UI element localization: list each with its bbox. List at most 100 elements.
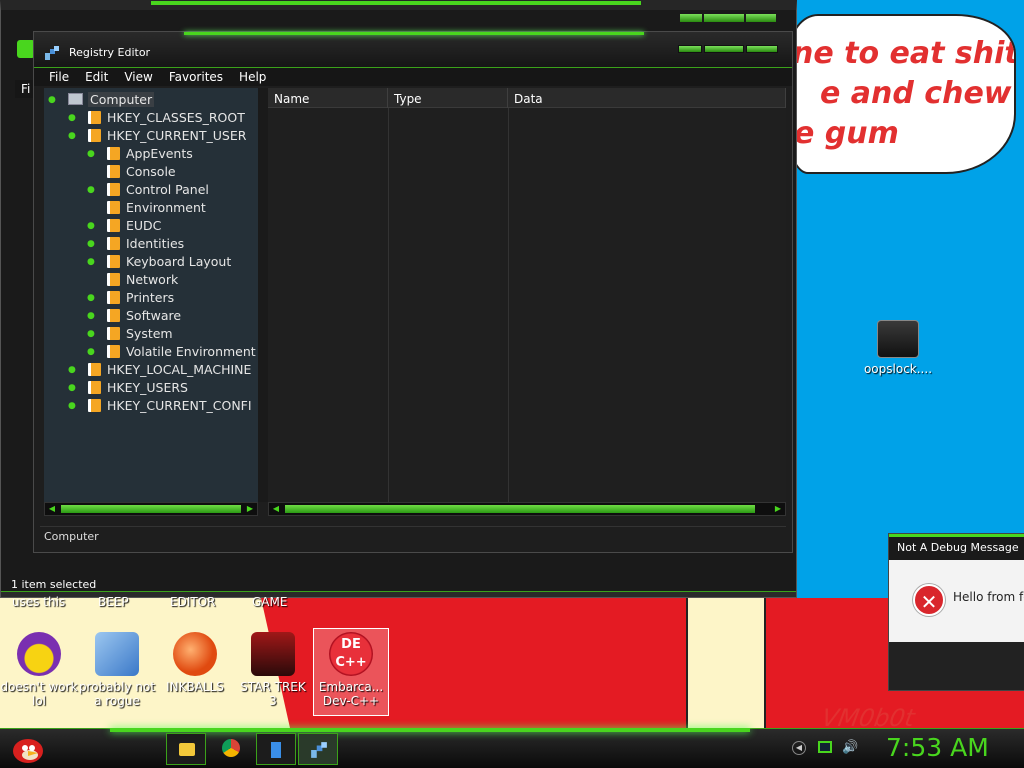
value-list-pane[interactable]: Name Type Data (268, 88, 786, 502)
back-window-buttons[interactable] (680, 14, 776, 22)
tree-item-hkcu[interactable]: ● HKEY_CURRENT_USER (68, 127, 246, 145)
expander-icon[interactable]: ● (68, 379, 78, 397)
tree-horizontal-scrollbar[interactable]: ◀ ▶ (44, 502, 258, 516)
tree-item-hkcc[interactable]: ● HKEY_CURRENT_CONFI (68, 397, 252, 415)
expander-icon[interactable]: ● (87, 307, 97, 325)
expander-icon[interactable]: ● (68, 397, 78, 415)
tree-item-system[interactable]: ● System (87, 325, 173, 343)
clock[interactable]: 7:53 AM (886, 733, 989, 762)
tree-label: Keyboard Layout (126, 254, 232, 269)
tree-item-network[interactable]: Network (107, 271, 178, 289)
icon-label: lol (31, 694, 46, 708)
tree-item-appevents[interactable]: ● AppEvents (87, 145, 193, 163)
scrollbar-thumb[interactable] (285, 505, 755, 513)
scroll-right-icon[interactable]: ▶ (772, 504, 784, 514)
scroll-right-icon[interactable]: ▶ (244, 504, 256, 514)
expander-icon[interactable]: ● (68, 109, 78, 127)
network-icon[interactable] (818, 741, 832, 755)
desktop-icon-gear[interactable]: probably not a rogue (77, 632, 157, 708)
folder-icon (107, 147, 120, 160)
expander-icon[interactable]: ● (87, 235, 97, 253)
expander-icon[interactable]: ● (87, 145, 97, 163)
tree-item-control-panel[interactable]: ● Control Panel (87, 181, 209, 199)
folder-icon (107, 345, 120, 358)
key-tree-pane[interactable]: ● Computer ● HKEY_CLASSES_ROOT ● HKEY_CURR… (44, 88, 258, 502)
tree-item-console[interactable]: Console (107, 163, 176, 181)
desktop-icon-inkballs[interactable]: INKBALLS (155, 632, 235, 694)
menu-edit[interactable]: Edit (85, 68, 108, 86)
back-window-menu[interactable]: Fi (15, 80, 35, 98)
tree-item-hku[interactable]: ● HKEY_USERS (68, 379, 188, 397)
pane-splitter[interactable] (258, 88, 268, 502)
maximize-button[interactable] (704, 45, 744, 53)
desktop-icon-yahoo[interactable]: doesn't work lol (0, 632, 79, 708)
expander-icon[interactable]: ● (87, 343, 97, 361)
menu-help[interactable]: Help (239, 68, 266, 86)
tree-label: EUDC (126, 218, 162, 233)
taskbar-window-button[interactable] (256, 733, 296, 765)
tray-chevron-icon[interactable]: ◀ (792, 741, 806, 755)
wallpaper-yellow-right (686, 598, 766, 728)
taskbar-explorer-button[interactable] (166, 733, 206, 765)
desktop-caption[interactable]: GAME (252, 595, 287, 609)
registry-editor-window[interactable]: Registry Editor File Edit View Favorites… (33, 31, 793, 553)
desktop-icon-devcpp[interactable]: DE C++ Embarca... Dev-C++ (311, 632, 391, 708)
minimize-button[interactable] (678, 45, 702, 53)
expander-icon[interactable]: ● (68, 361, 78, 379)
tree-item-volatile-environment[interactable]: ● Volatile Environment (87, 343, 256, 361)
expander-icon[interactable]: ● (87, 253, 97, 271)
column-header-data[interactable]: Data (508, 88, 786, 108)
desktop-caption[interactable]: BEEP (98, 595, 129, 609)
expander-icon[interactable]: ● (87, 217, 97, 235)
tree-label: Environment (126, 200, 206, 215)
scrollbar-thumb[interactable] (61, 505, 241, 513)
volume-icon[interactable]: 🔊 (842, 741, 858, 755)
tree-item-identities[interactable]: ● Identities (87, 235, 184, 253)
menu-file[interactable]: File (49, 68, 69, 86)
column-header-name[interactable]: Name (268, 88, 388, 108)
expander-icon[interactable]: ● (87, 325, 97, 343)
chrome-icon[interactable] (222, 739, 240, 757)
tree-label: Network (126, 272, 179, 287)
expander-icon[interactable]: ● (87, 289, 97, 307)
tree-item-environment[interactable]: Environment (107, 199, 206, 217)
bubble-line-2: e and chew (820, 76, 1012, 111)
icon-label: STAR TREK (240, 680, 306, 694)
expander-icon[interactable]: ● (48, 91, 58, 109)
folder-icon (88, 363, 101, 376)
scroll-left-icon[interactable]: ◀ (46, 504, 58, 514)
icon-label: Embarca... (318, 680, 384, 694)
tree-item-computer[interactable]: ● Computer (48, 91, 155, 109)
tree-label: Software (126, 308, 182, 323)
expander-icon[interactable]: ● (87, 181, 97, 199)
tree-item-software[interactable]: ● Software (87, 307, 182, 325)
list-horizontal-scrollbar[interactable]: ◀ ▶ (268, 502, 786, 516)
taskbar-regedit-button[interactable] (298, 733, 338, 765)
scroll-left-icon[interactable]: ◀ (270, 504, 282, 514)
tree-item-hkcr[interactable]: ● HKEY_CLASSES_ROOT (68, 109, 245, 127)
desktop-caption[interactable]: uses this (12, 595, 65, 609)
tree-item-keyboard-layout[interactable]: ● Keyboard Layout (87, 253, 232, 271)
dialog-body: ✕ Hello from fo (889, 560, 1024, 642)
debug-dialog[interactable]: Not A Debug Message ✕ Hello from fo (888, 533, 1024, 691)
tree-item-printers[interactable]: ● Printers (87, 289, 174, 307)
desktop-icon-oopslock[interactable]: oopslock.... (856, 320, 940, 376)
tree-item-eudc[interactable]: ● EUDC (87, 217, 162, 235)
start-button[interactable] (8, 733, 48, 765)
folder-icon (179, 743, 195, 756)
minimize-button[interactable] (680, 14, 702, 22)
title-bar[interactable]: Registry Editor (34, 32, 792, 68)
column-header-type[interactable]: Type (388, 88, 508, 108)
close-button[interactable] (746, 45, 778, 53)
menu-favorites[interactable]: Favorites (169, 68, 223, 86)
tree-item-hklm[interactable]: ● HKEY_LOCAL_MACHINE (68, 361, 251, 379)
maximize-button[interactable] (704, 14, 744, 22)
folder-icon (107, 291, 120, 304)
menu-view[interactable]: View (124, 68, 152, 86)
dialog-title: Not A Debug Message (889, 534, 1024, 560)
star-trek-icon (251, 632, 295, 676)
desktop-caption[interactable]: EDITOR (170, 595, 215, 609)
desktop-icon-star-trek[interactable]: STAR TREK 3 (233, 632, 313, 708)
close-button[interactable] (746, 14, 776, 22)
expander-icon[interactable]: ● (68, 127, 78, 145)
